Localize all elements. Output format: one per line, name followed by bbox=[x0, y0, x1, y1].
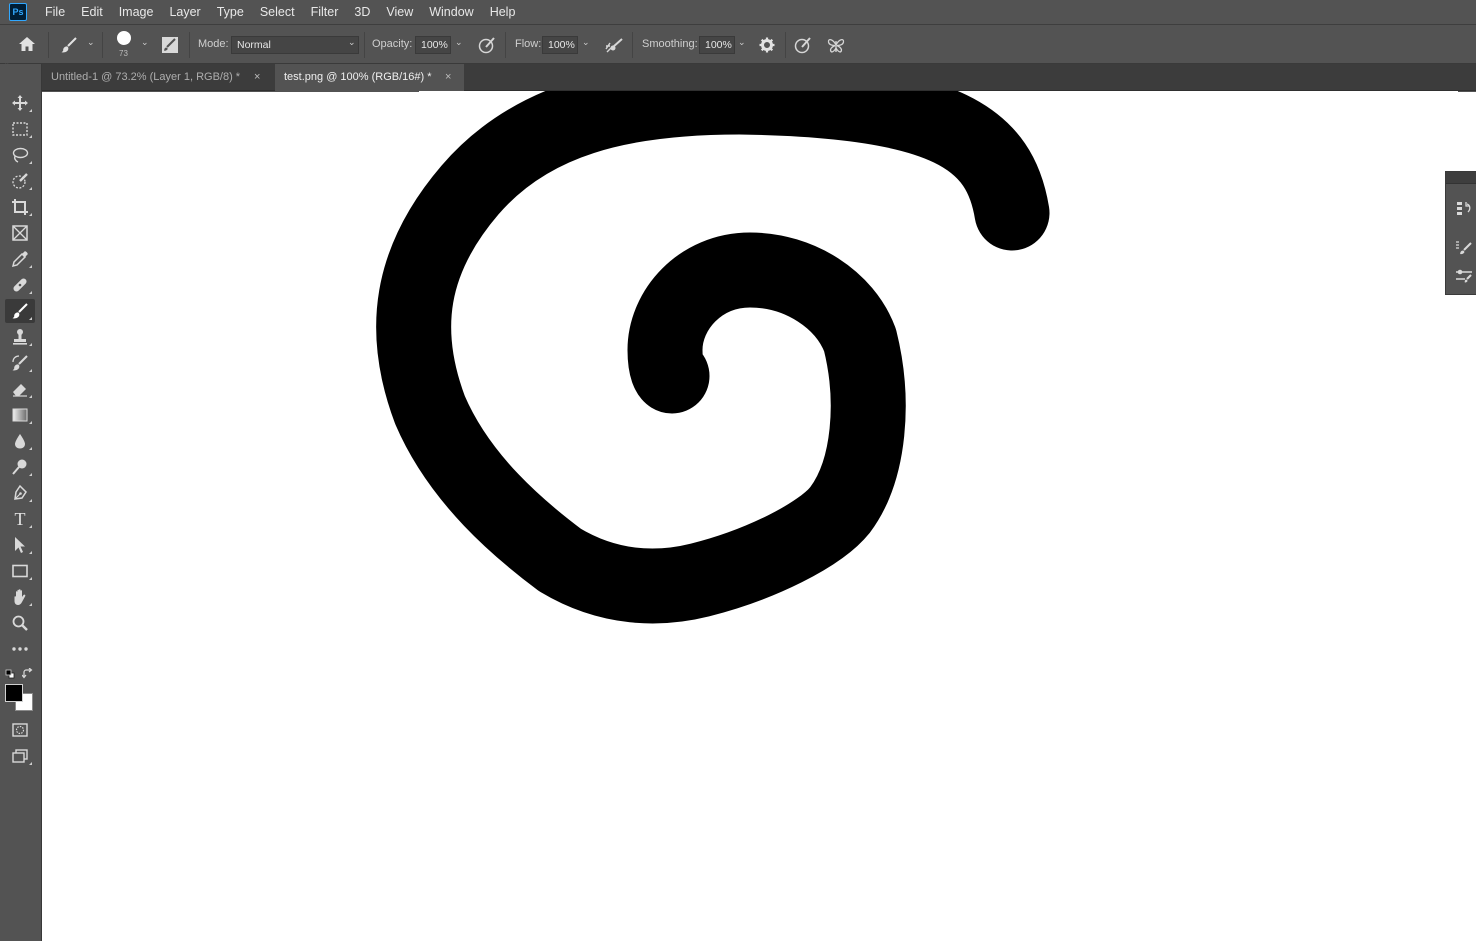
blend-mode-chevron-down-icon: ⌄ bbox=[348, 37, 356, 47]
dodge-tool[interactable] bbox=[5, 455, 35, 479]
menu-view[interactable]: View bbox=[378, 0, 421, 24]
smoothing-label: Smoothing: bbox=[642, 38, 698, 50]
default-colors-icon[interactable] bbox=[5, 668, 15, 682]
lasso-tool[interactable] bbox=[5, 143, 35, 167]
home-icon[interactable] bbox=[18, 36, 36, 52]
pressure-opacity-icon[interactable] bbox=[478, 37, 496, 54]
screen-mode-icon[interactable] bbox=[5, 744, 35, 768]
airbrush-icon[interactable] bbox=[604, 37, 624, 54]
type-tool-glyph: T bbox=[14, 508, 26, 529]
blur-tool[interactable] bbox=[5, 429, 35, 453]
marquee-tool[interactable] bbox=[5, 117, 35, 141]
crop-tool[interactable] bbox=[5, 195, 35, 219]
brush-tool[interactable] bbox=[5, 299, 35, 323]
swap-colors-icon[interactable] bbox=[21, 667, 33, 682]
menu-filter[interactable]: Filter bbox=[303, 0, 347, 24]
tab-test-png[interactable]: test.png @ 100% (RGB/16#) * × bbox=[275, 64, 464, 91]
gear-icon[interactable] bbox=[759, 37, 775, 53]
menu-image[interactable]: Image bbox=[111, 0, 162, 24]
eraser-tool[interactable] bbox=[5, 377, 35, 401]
menu-3d[interactable]: 3D bbox=[346, 0, 378, 24]
healing-brush-tool[interactable] bbox=[5, 273, 35, 297]
panel-dock-header[interactable] bbox=[1446, 172, 1476, 184]
eyedropper-tool[interactable] bbox=[5, 247, 35, 271]
flow-chevron-down-icon[interactable]: ⌄ bbox=[582, 37, 590, 48]
brush-preset-chevron-down-icon[interactable]: ⌄ bbox=[87, 37, 95, 48]
move-tool[interactable] bbox=[5, 91, 35, 115]
pressure-size-icon[interactable] bbox=[794, 37, 812, 54]
menu-layer[interactable]: Layer bbox=[161, 0, 208, 24]
tab-untitled-1[interactable]: Untitled-1 @ 73.2% (Layer 1, RGB/8) * × bbox=[42, 64, 267, 91]
frame-tool[interactable] bbox=[5, 221, 35, 245]
brush-presets-panel-icon[interactable] bbox=[1452, 236, 1476, 260]
blend-mode-select[interactable]: Normal bbox=[231, 36, 359, 54]
mode-label: Mode: bbox=[198, 38, 229, 50]
history-brush-tool[interactable] bbox=[5, 351, 35, 375]
flow-label: Flow: bbox=[515, 38, 542, 50]
flow-field[interactable]: 100% bbox=[542, 36, 578, 54]
opacity-chevron-down-icon[interactable]: ⌄ bbox=[455, 37, 463, 48]
menu-select[interactable]: Select bbox=[252, 0, 303, 24]
photoshop-logo: Ps bbox=[9, 3, 27, 21]
brush-size-readout: 73 bbox=[119, 49, 128, 58]
menu-type[interactable]: Type bbox=[209, 0, 252, 24]
quick-selection-tool[interactable] bbox=[5, 169, 35, 193]
close-icon[interactable]: × bbox=[254, 64, 260, 90]
spiral-brush-stroke bbox=[376, 91, 1050, 624]
brush-settings-panel-icon[interactable] bbox=[1452, 264, 1476, 288]
hand-tool[interactable] bbox=[5, 585, 35, 609]
smoothing-field[interactable]: 100% bbox=[699, 36, 735, 54]
options-bar: ⌄ 73 ⌄ Mode: Normal ⌄ Opacity: 100% ⌄ Fl… bbox=[0, 24, 1476, 64]
zoom-tool[interactable] bbox=[5, 611, 35, 635]
quick-mask-icon[interactable] bbox=[5, 718, 35, 742]
opacity-label: Opacity: bbox=[372, 38, 413, 50]
type-tool[interactable]: T bbox=[5, 507, 35, 531]
tab-label: test.png @ 100% (RGB/16#) * bbox=[284, 71, 432, 83]
close-icon[interactable]: × bbox=[445, 64, 451, 90]
path-selection-tool[interactable] bbox=[5, 533, 35, 557]
history-panel-icon[interactable] bbox=[1452, 196, 1476, 220]
collapsed-panel-dock bbox=[1445, 171, 1476, 295]
brush-size-chevron-down-icon[interactable]: ⌄ bbox=[141, 37, 149, 48]
opacity-field[interactable]: 100% bbox=[415, 36, 451, 54]
gradient-tool[interactable] bbox=[5, 403, 35, 427]
document-canvas[interactable] bbox=[42, 91, 1476, 941]
smoothing-chevron-down-icon[interactable]: ⌄ bbox=[738, 37, 746, 48]
rectangle-tool[interactable] bbox=[5, 559, 35, 583]
brush-settings-panel-icon[interactable] bbox=[161, 36, 179, 54]
menu-window[interactable]: Window bbox=[421, 0, 481, 24]
foreground-color-swatch[interactable] bbox=[5, 684, 23, 702]
brush-tip-preview-icon[interactable] bbox=[116, 30, 132, 46]
symmetry-butterfly-icon[interactable] bbox=[827, 37, 845, 54]
brush-preset-icon[interactable] bbox=[60, 36, 78, 54]
pen-tool[interactable] bbox=[5, 481, 35, 505]
tools-panel: T bbox=[0, 64, 42, 941]
clone-stamp-tool[interactable] bbox=[5, 325, 35, 349]
menu-help[interactable]: Help bbox=[482, 0, 524, 24]
tab-label: Untitled-1 @ 73.2% (Layer 1, RGB/8) * bbox=[51, 71, 241, 83]
menu-file[interactable]: File bbox=[37, 0, 73, 24]
edit-toolbar-more-icon[interactable] bbox=[5, 637, 35, 661]
menu-bar: Ps File Edit Image Layer Type Select Fil… bbox=[0, 0, 1476, 24]
menu-edit[interactable]: Edit bbox=[73, 0, 111, 24]
document-tab-bar: Untitled-1 @ 73.2% (Layer 1, RGB/8) * × … bbox=[42, 64, 1476, 91]
